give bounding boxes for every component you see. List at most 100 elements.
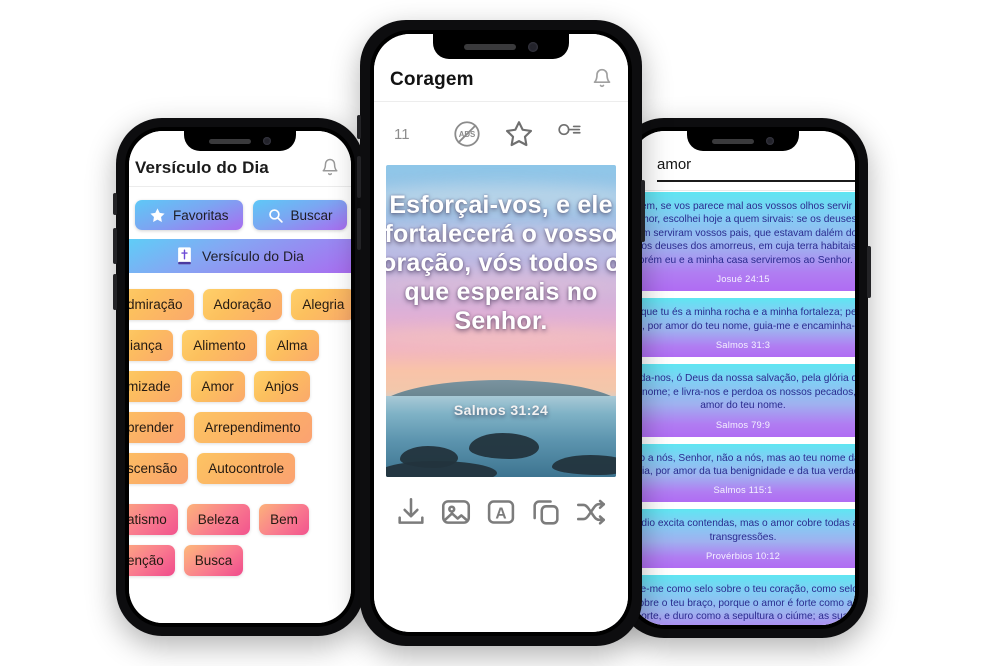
verse-card[interactable]: Porém, se vos parece mal aos vossos olho… [631, 192, 855, 292]
phone-center-screen: Coragem 11 ADS Esforçai-vos, e ele forta… [374, 34, 628, 632]
phone-center-mute-button[interactable] [357, 115, 361, 139]
front-camera [528, 41, 538, 52]
verse-line: Porém, se vos parece mal aos vossos olho… [631, 201, 855, 212]
phone-right-screen: Porém, se vos parece mal aos vossos olho… [631, 131, 855, 625]
tag-row: Benção Busca [129, 545, 351, 576]
star-icon [149, 207, 166, 224]
center-toolbar: 11 ADS [374, 103, 628, 165]
verse-card[interactable]: Põe-me como selo sobre o teu coração, co… [631, 575, 855, 625]
verse-line: glória, por amor da tua benignidade e da… [631, 465, 855, 477]
screenshot-stage: Versículo do Dia Favoritas Buscar Versíc… [0, 0, 1000, 666]
front-camera [766, 137, 774, 145]
center-bottom-filler [374, 547, 628, 632]
buscar-label: Buscar [290, 207, 333, 223]
phone-left-notch [184, 131, 296, 151]
verse-results-list[interactable]: Porém, se vos parece mal aos vossos olho… [631, 192, 855, 625]
tag-pill[interactable]: Adoração [202, 289, 283, 320]
tag-pill[interactable]: Aliança [129, 330, 174, 361]
bell-icon[interactable] [321, 157, 339, 177]
earpiece-speaker [209, 138, 251, 144]
phone-left: Versículo do Dia Favoritas Buscar Versíc… [113, 118, 367, 636]
verse-card-text: Não a nós, Senhor, não a nós, mas ao teu… [631, 452, 855, 479]
tag-pill[interactable]: Batismo [129, 504, 178, 535]
tag-row: Aliança Alimento Alma [129, 330, 351, 361]
verse-line: quem serviram vossos pais, que estavam d… [631, 227, 855, 239]
phone-left-volume-down-button[interactable] [113, 274, 117, 310]
verse-line: que, por amor do teu nome, guia-me e enc… [631, 320, 855, 332]
tag-pill[interactable]: Autocontrole [197, 453, 296, 484]
tag-pill[interactable]: Alma [265, 330, 319, 361]
phone-center: Coragem 11 ADS Esforçai-vos, e ele forta… [357, 20, 645, 646]
phone-left-volume-up-button[interactable] [113, 228, 117, 264]
phone-center-bezel: Coragem 11 ADS Esforçai-vos, e ele forta… [370, 30, 632, 636]
verse-line: Não a nós, Senhor, não a nós, mas ao teu… [631, 452, 855, 464]
tag-pill[interactable]: Busca [183, 545, 244, 576]
verse-card-text: Porque tu és a minha rocha e a minha for… [631, 306, 855, 333]
tag-pill[interactable]: Alegria [291, 289, 351, 320]
verse-line: morte, e duro como a sepultura o ciúme; … [632, 611, 854, 623]
tag-pill[interactable]: Arrependimento [193, 412, 312, 443]
tag-pill[interactable]: Aprender [129, 412, 185, 443]
tag-pill[interactable]: Benção [129, 545, 175, 576]
phone-center-notch [433, 34, 569, 59]
phone-center-power-button[interactable] [641, 180, 645, 242]
verse-card-text: Porém, se vos parece mal aos vossos olho… [631, 200, 855, 267]
verse-card[interactable]: O ódio excita contendas, mas o amor cobr… [631, 509, 855, 569]
phone-right: Porém, se vos parece mal aos vossos olho… [615, 118, 871, 638]
verse-line: brasas são brasas de fogo, labaredas do … [631, 624, 855, 626]
tag-pill[interactable]: Amizade [129, 371, 182, 402]
phone-left-mute-button[interactable] [113, 193, 117, 215]
verse-card[interactable]: Não a nós, Senhor, não a nós, mas ao teu… [631, 443, 855, 503]
text-icon[interactable]: A [484, 495, 518, 529]
tag-pill[interactable]: Ascensão [129, 453, 189, 484]
verse-line: ou os deuses dos amorreus, em cuja terra… [631, 241, 855, 253]
verse-image-card[interactable]: Esforçai-vos, e ele fortalecerá o vosso … [386, 165, 616, 477]
left-page-title: Versículo do Dia [135, 158, 269, 177]
tag-row: Batismo Beleza Bem [129, 504, 351, 535]
verse-line: Ajuda-nos, ó Deus da nossa salvação, pel… [631, 373, 855, 385]
tag-pill[interactable]: Alimento [182, 330, 257, 361]
svg-text:A: A [495, 506, 506, 523]
phone-left-bezel: Versículo do Dia Favoritas Buscar Versíc… [125, 127, 355, 627]
shuffle-icon[interactable] [574, 495, 608, 529]
verse-card-text: Ajuda-nos, ó Deus da nossa salvação, pel… [631, 372, 855, 412]
no-ads-icon[interactable]: ADS [452, 119, 482, 149]
verse-text: Esforçai-vos, e ele fortalecerá o vosso … [386, 191, 616, 335]
tag-list: AdmiraçãoAdoraçãoAlegriaAliançaAlimentoA… [129, 273, 351, 576]
bell-icon[interactable] [592, 67, 612, 89]
phone-center-volume-up-button[interactable] [357, 156, 361, 198]
verse-card-reference: Salmos 31:3 [715, 339, 771, 351]
favoritas-button[interactable]: Favoritas [135, 200, 243, 230]
download-icon[interactable] [394, 495, 428, 529]
verse-card-reference: Provérbios 10:12 [705, 550, 781, 562]
svg-text:ADS: ADS [459, 130, 476, 139]
versiculo-do-dia-bar[interactable]: Versículo do Dia [129, 239, 351, 273]
verse-card-reference: Salmos 79:9 [715, 418, 771, 430]
tag-pill[interactable]: Anjos [253, 371, 310, 402]
image-icon[interactable] [439, 495, 473, 529]
verse-line: transgressões. [709, 531, 777, 543]
verse-card-reference: Josué 24:15 [716, 273, 770, 285]
verse-card[interactable]: Ajuda-nos, ó Deus da nossa salvação, pel… [631, 364, 855, 437]
verse-line: O ódio excita contendas, mas o amor cobr… [631, 518, 855, 530]
copy-icon[interactable] [529, 495, 563, 529]
tag-pill[interactable]: Beleza [186, 504, 251, 535]
star-icon[interactable] [504, 119, 534, 149]
earpiece-speaker [464, 43, 516, 50]
tag-pill[interactable]: Bem [259, 504, 309, 535]
verse-count: 11 [394, 125, 410, 143]
verse-line: teu nome; e livra-nos e perdoa os nossos… [631, 386, 855, 398]
phone-center-volume-down-button[interactable] [357, 208, 361, 250]
buscar-button[interactable]: Buscar [252, 200, 347, 230]
center-toolbar-icons: ADS [452, 119, 586, 149]
verse-line: sobre o teu braço, porque o amor é forte… [633, 597, 853, 609]
tag-pill[interactable]: Admiração [129, 289, 194, 320]
verse-line: Põe-me como selo sobre o teu coração, co… [631, 584, 855, 596]
rock [468, 433, 539, 460]
phone-right-power-button[interactable] [867, 246, 871, 298]
center-bottom-toolbar: A [374, 477, 628, 547]
tag-pill[interactable]: Amor [190, 371, 245, 402]
verse-card[interactable]: Porque tu és a minha rocha e a minha for… [631, 298, 855, 358]
search-input[interactable] [657, 152, 855, 182]
link-icon[interactable] [556, 119, 586, 149]
